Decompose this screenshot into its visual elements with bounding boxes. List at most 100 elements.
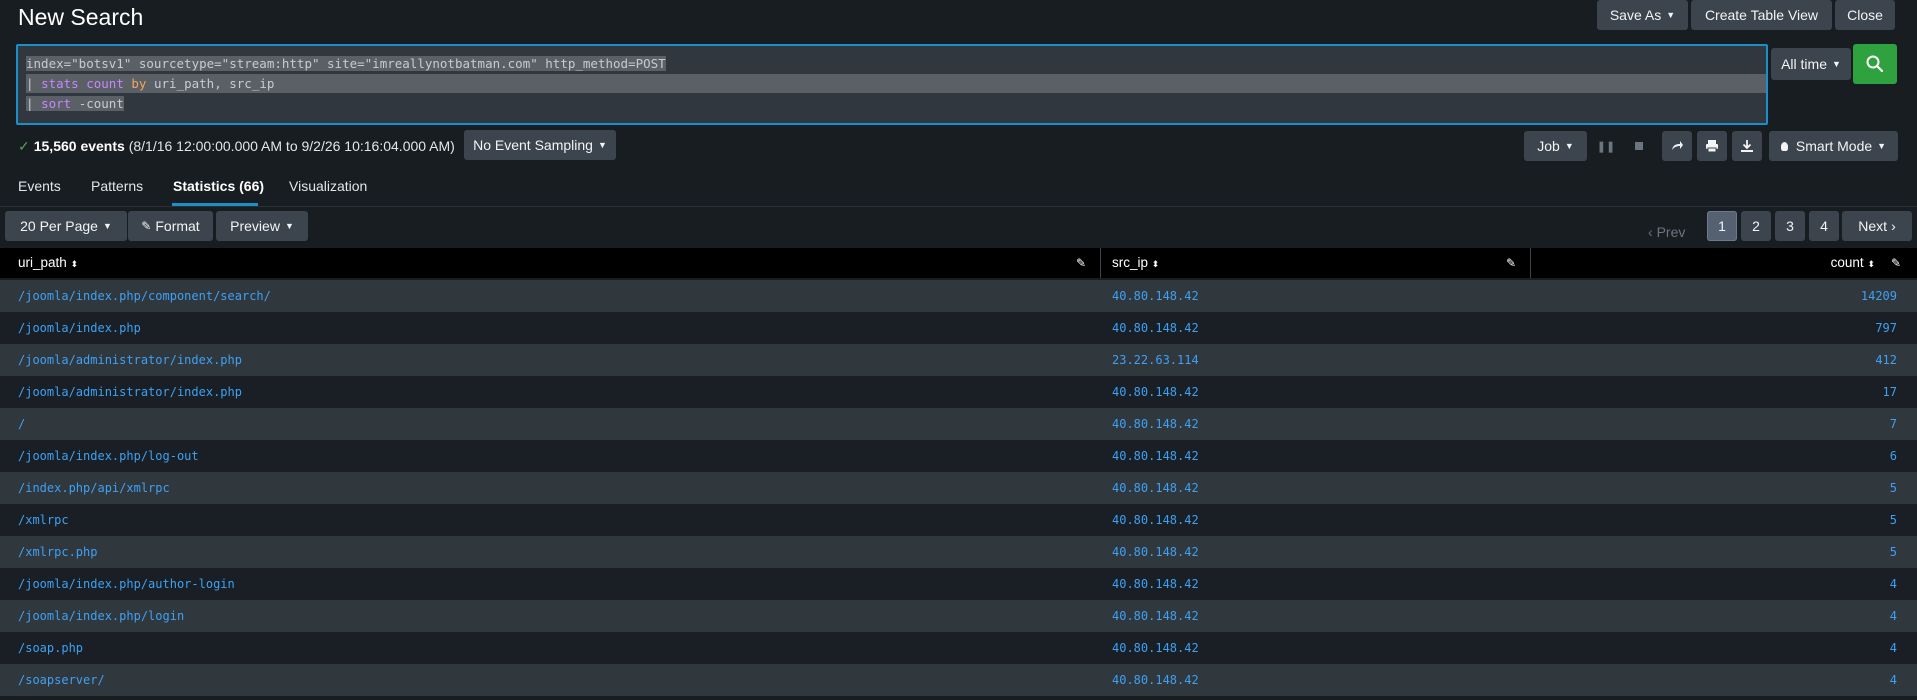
- count-cell[interactable]: 4: [1890, 600, 1897, 632]
- pause-button[interactable]: ❚❚: [1591, 131, 1621, 161]
- column-divider: [1530, 248, 1531, 278]
- uri-path-cell[interactable]: /: [18, 408, 25, 440]
- uri-path-cell[interactable]: /xmlrpc: [18, 504, 69, 536]
- close-button[interactable]: Close: [1835, 0, 1895, 30]
- src-ip-cell[interactable]: 40.80.148.42: [1112, 568, 1199, 600]
- pencil-icon[interactable]: ✎: [1891, 248, 1901, 278]
- page-2-button[interactable]: 2: [1741, 211, 1771, 241]
- next-page-button[interactable]: Next ›: [1842, 211, 1912, 241]
- page-3-button[interactable]: 3: [1775, 211, 1805, 241]
- src-ip-cell[interactable]: 40.80.148.42: [1112, 504, 1199, 536]
- uri-path-cell[interactable]: /joomla/index.php: [18, 312, 141, 344]
- share-button[interactable]: [1662, 131, 1692, 161]
- search-query-input[interactable]: index="botsv1" sourcetype="stream:http" …: [16, 44, 1768, 125]
- column-header-label: uri_path: [18, 255, 67, 270]
- table-row: /xmlrpc.php 40.80.148.42 5: [0, 536, 1917, 568]
- next-label: Next: [1858, 218, 1888, 234]
- caret-down-icon: ▼: [1564, 141, 1574, 151]
- count-cell[interactable]: 4: [1890, 568, 1897, 600]
- uri-path-cell[interactable]: /joomla/index.php/login: [18, 600, 184, 632]
- print-button[interactable]: [1697, 131, 1727, 161]
- src-ip-cell[interactable]: 23.22.63.114: [1112, 344, 1199, 376]
- preview-dropdown[interactable]: Preview ▼: [216, 211, 308, 241]
- count-cell[interactable]: 5: [1890, 504, 1897, 536]
- event-sampling-dropdown[interactable]: No Event Sampling ▼: [464, 130, 616, 160]
- time-range-summary: (8/1/16 12:00:00.000 AM to 9/2/26 10:16:…: [128, 138, 455, 154]
- lightbulb-icon: [1780, 141, 1788, 151]
- export-button[interactable]: [1732, 131, 1762, 161]
- count-cell[interactable]: 5: [1890, 472, 1897, 504]
- count-cell[interactable]: 7: [1890, 408, 1897, 440]
- count-cell[interactable]: 4: [1890, 664, 1897, 696]
- uri-path-cell[interactable]: /joomla/index.php/component/search/: [18, 280, 271, 312]
- count-cell[interactable]: 6: [1890, 440, 1897, 472]
- share-icon: [1672, 141, 1683, 150]
- column-divider: [1100, 248, 1101, 278]
- tab-divider: [0, 206, 1917, 207]
- count-cell[interactable]: 17: [1883, 376, 1897, 408]
- src-ip-cell[interactable]: 40.80.148.42: [1112, 600, 1199, 632]
- pencil-icon[interactable]: ✎: [1076, 248, 1086, 278]
- count-cell[interactable]: 14209: [1861, 280, 1897, 312]
- uri-path-cell[interactable]: /joomla/administrator/index.php: [18, 344, 242, 376]
- prev-page-button[interactable]: ‹ Prev: [1648, 217, 1685, 247]
- column-header-uri-path[interactable]: uri_path ⬍: [18, 248, 78, 278]
- format-button[interactable]: ✎ Format: [128, 211, 213, 241]
- src-ip-cell[interactable]: 40.80.148.42: [1112, 408, 1199, 440]
- table-row: /joomla/index.php/author-login 40.80.148.…: [0, 568, 1917, 600]
- src-ip-cell[interactable]: 40.80.148.42: [1112, 376, 1199, 408]
- pipe-symbol: |: [26, 76, 42, 91]
- src-ip-cell[interactable]: 40.80.148.42: [1112, 440, 1199, 472]
- checkmark-icon: ✓: [18, 138, 30, 154]
- uri-path-cell[interactable]: /index.php/api/xmlrpc: [18, 472, 170, 504]
- query-line-1: index="botsv1" sourcetype="stream:http" …: [26, 54, 1761, 73]
- format-label: Format: [155, 218, 200, 234]
- pause-icon: ❚❚: [1596, 140, 1616, 153]
- src-ip-cell[interactable]: 40.80.148.42: [1112, 472, 1199, 504]
- count-cell[interactable]: 797: [1875, 312, 1897, 344]
- table-row: /joomla/index.php/login 40.80.148.42 4: [0, 600, 1917, 632]
- page-4-button[interactable]: 4: [1809, 211, 1839, 241]
- uri-path-cell[interactable]: /joomla/administrator/index.php: [18, 376, 242, 408]
- stop-button[interactable]: [1624, 131, 1654, 161]
- src-ip-cell[interactable]: 40.80.148.42: [1112, 536, 1199, 568]
- pipe-symbol: |: [26, 96, 42, 111]
- time-range-picker[interactable]: All time ▼: [1771, 48, 1851, 80]
- search-submit-button[interactable]: [1853, 44, 1897, 84]
- column-header-count[interactable]: count ⬍: [1831, 248, 1875, 278]
- uri-path-cell[interactable]: /soapserver/: [18, 664, 105, 696]
- tab-visualization[interactable]: Visualization: [289, 178, 367, 194]
- query-line-2: | stats count by uri_path, src_ip: [26, 74, 1766, 93]
- table-row: /index.php/api/xmlrpc 40.80.148.42 5: [0, 472, 1917, 504]
- count-cell[interactable]: 5: [1890, 536, 1897, 568]
- column-header-label: count: [1830, 255, 1864, 270]
- time-range-label: All time: [1781, 56, 1827, 72]
- column-header-src-ip[interactable]: src_ip ⬍: [1112, 248, 1159, 278]
- uri-path-cell[interactable]: /soap.php: [18, 632, 83, 664]
- uri-path-cell[interactable]: /joomla/index.php/author-login: [18, 568, 235, 600]
- event-count: 15,560 events: [33, 138, 125, 154]
- src-ip-cell[interactable]: 40.80.148.42: [1112, 312, 1199, 344]
- table-row: /joomla/administrator/index.php 40.80.148…: [0, 376, 1917, 408]
- save-as-button[interactable]: Save As ▼: [1597, 0, 1688, 30]
- src-ip-cell[interactable]: 40.80.148.42: [1112, 664, 1199, 696]
- tab-events[interactable]: Events: [18, 178, 61, 194]
- search-mode-dropdown[interactable]: Smart Mode ▼: [1769, 131, 1898, 161]
- src-ip-cell[interactable]: 40.80.148.42: [1112, 280, 1199, 312]
- job-menu-button[interactable]: Job ▼: [1524, 131, 1587, 161]
- tab-patterns[interactable]: Patterns: [91, 178, 143, 194]
- page-1-button[interactable]: 1: [1707, 211, 1737, 241]
- per-page-dropdown[interactable]: 20 Per Page ▼: [5, 211, 127, 241]
- count-cell[interactable]: 4: [1890, 632, 1897, 664]
- src-ip-cell[interactable]: 40.80.148.42: [1112, 632, 1199, 664]
- create-table-view-button[interactable]: Create Table View: [1691, 0, 1832, 30]
- count-cell[interactable]: 412: [1875, 344, 1897, 376]
- search-mode-label: Smart Mode: [1795, 138, 1873, 154]
- stop-icon: [1635, 142, 1643, 150]
- uri-path-cell[interactable]: /joomla/index.php/log-out: [18, 440, 199, 472]
- query-line-3: | sort -count: [26, 94, 124, 113]
- pencil-icon[interactable]: ✎: [1506, 248, 1516, 278]
- page-title: New Search: [18, 4, 144, 30]
- tab-statistics[interactable]: Statistics (66): [173, 178, 264, 194]
- uri-path-cell[interactable]: /xmlrpc.php: [18, 536, 97, 568]
